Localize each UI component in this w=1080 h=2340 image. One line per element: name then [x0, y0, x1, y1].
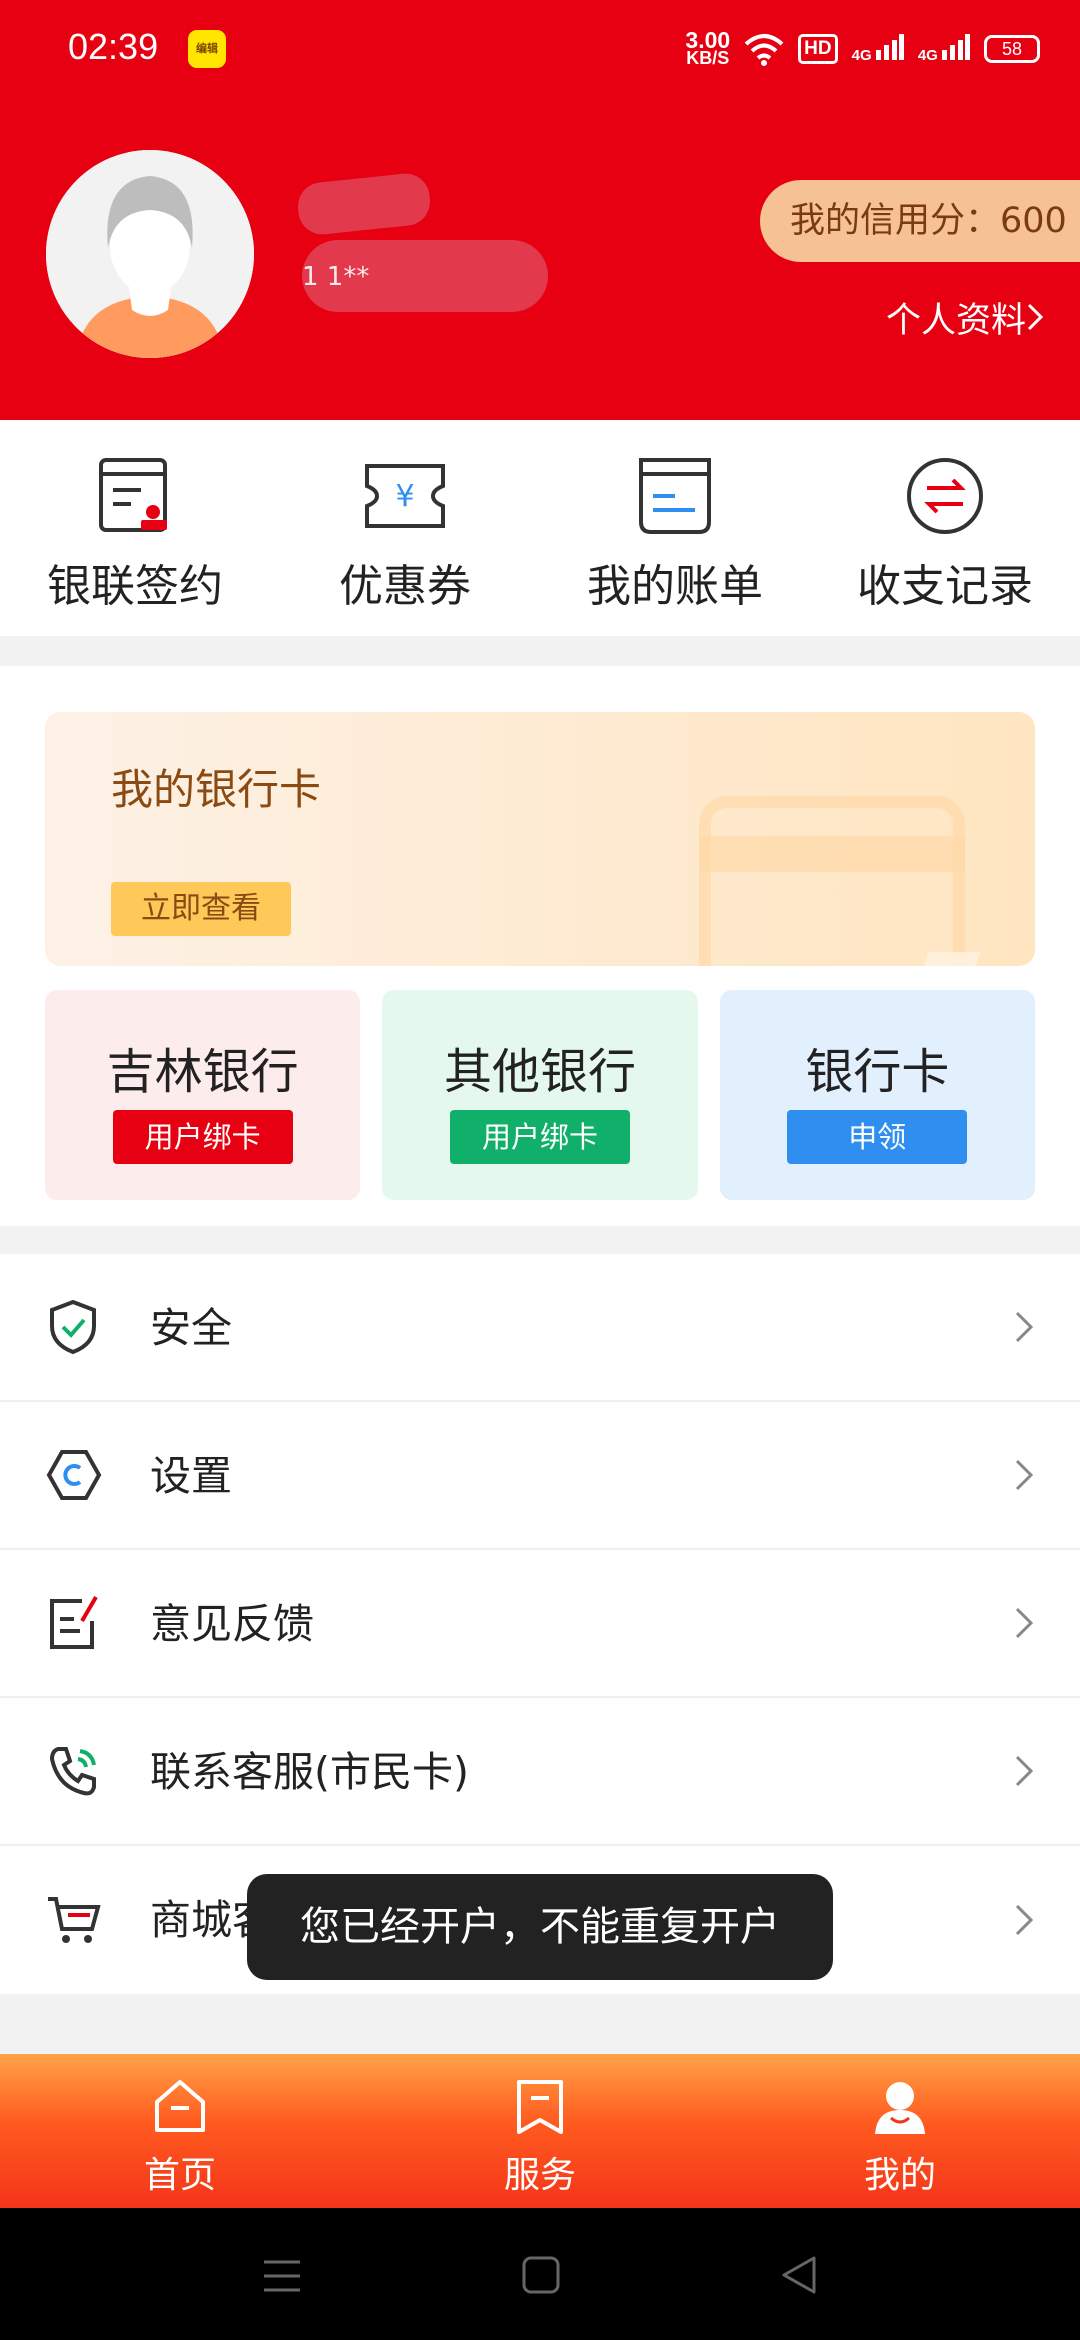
- shield-check-icon: [50, 1299, 96, 1355]
- menu-item-feedback[interactable]: 意见反馈: [0, 1550, 1080, 1698]
- my-bank-card-title: 我的银行卡: [111, 765, 322, 814]
- quick-actions: 银联签约 ¥ 优惠券 我的账单 收支记录: [0, 420, 1080, 636]
- menu-item-label: 安全: [150, 1304, 232, 1352]
- user-icon: [875, 2082, 925, 2134]
- nav-label: 我的: [863, 2155, 936, 2196]
- system-nav-bar: [0, 2208, 1080, 2340]
- menu-icon[interactable]: [262, 2258, 302, 2294]
- bind-card-button-jilin[interactable]: 用户绑卡: [112, 1110, 293, 1164]
- bank-card-section: 我的银行卡 立即查看 吉林银行 用户绑卡 其他银行 用户绑卡 银行卡 申领: [0, 666, 1080, 1226]
- profile-details-link[interactable]: 个人资料: [886, 292, 1044, 343]
- view-now-button[interactable]: 立即查看: [111, 882, 291, 936]
- menu-item-settings[interactable]: 设置: [0, 1402, 1080, 1550]
- signal-bars-icon: [875, 34, 904, 60]
- quick-action-transactions[interactable]: 收支记录: [810, 420, 1080, 636]
- bank-name: 其他银行: [443, 1044, 636, 1100]
- quick-action-label: 我的账单: [587, 561, 763, 612]
- card-illustration-band: [699, 836, 965, 872]
- chevron-right-icon: [1015, 1311, 1034, 1343]
- nav-label: 首页: [143, 2155, 216, 2196]
- toast-message: 您已经开户，不能重复开户: [247, 1874, 833, 1980]
- signal-4g-icon-2: 4G: [918, 34, 970, 64]
- quick-action-label: 银联签约: [47, 561, 223, 612]
- chevron-right-icon: [1015, 1904, 1034, 1936]
- shopping-cart-icon: [48, 1897, 101, 1943]
- nav-label: 服务: [503, 2155, 576, 2196]
- service-bookmark-icon: [517, 2080, 563, 2134]
- avatar[interactable]: [46, 150, 254, 358]
- chevron-right-icon: [1015, 1755, 1034, 1787]
- menu-item-security[interactable]: 安全: [0, 1254, 1080, 1402]
- home-square-icon[interactable]: [522, 2256, 560, 2294]
- hd-voice-icon: HD: [798, 34, 838, 64]
- status-bar: 02:39 编辑 3.00 KB/S HD 4G 4G 58: [0, 0, 1080, 96]
- quick-action-my-bills[interactable]: 我的账单: [540, 420, 810, 636]
- coupon-ticket-icon: ¥: [365, 464, 445, 528]
- quick-action-label: 收支记录: [857, 561, 1033, 612]
- network-speed-value: 3.00: [685, 27, 731, 53]
- status-time: 02:39: [68, 26, 159, 67]
- menu-item-customer-service[interactable]: 联系客服(市民卡): [0, 1698, 1080, 1846]
- quick-action-unionpay-contract[interactable]: 银联签约: [0, 420, 270, 636]
- back-triangle-icon[interactable]: [780, 2254, 818, 2296]
- quick-action-label: 优惠券: [339, 561, 471, 612]
- chevron-right-icon: [1015, 1607, 1034, 1639]
- transfer-arrows-icon: [907, 458, 983, 534]
- bill-icon: [639, 458, 711, 534]
- bind-card-button-other[interactable]: 用户绑卡: [449, 1110, 630, 1164]
- quick-action-coupons[interactable]: ¥ 优惠券: [270, 420, 540, 636]
- signal-4g-icon-1: 4G: [852, 34, 904, 64]
- card-illustration: [699, 796, 965, 966]
- nav-service[interactable]: 服务: [360, 2054, 720, 2208]
- card-illustration-chip: [917, 952, 981, 966]
- bank-tile-apply-card[interactable]: 银行卡 申领: [719, 990, 1035, 1200]
- bank-tile-other[interactable]: 其他银行 用户绑卡: [382, 990, 698, 1200]
- wifi-icon: [744, 34, 784, 66]
- default-avatar-icon: [46, 150, 254, 358]
- apply-card-button[interactable]: 申领: [787, 1110, 968, 1164]
- redacted-name: [295, 171, 433, 237]
- status-indicators: 3.00 KB/S HD 4G 4G 58: [685, 24, 1040, 74]
- network-speed: 3.00 KB/S: [685, 27, 731, 68]
- phone-number-partial: 1 1**: [302, 262, 370, 292]
- menu-item-label: 意见反馈: [150, 1600, 314, 1648]
- hexagon-settings-icon: [46, 1450, 102, 1500]
- bank-name: 吉林银行: [106, 1044, 299, 1100]
- signal-4g-label-1: 4G: [851, 47, 872, 64]
- profile-header: 02:39 编辑 3.00 KB/S HD 4G 4G 58 1 1** 我的信…: [0, 0, 1080, 420]
- bank-tile-jilin[interactable]: 吉林银行 用户绑卡: [45, 990, 361, 1200]
- nav-mine[interactable]: 我的: [720, 2054, 1080, 2208]
- svg-text:¥: ¥: [395, 479, 414, 514]
- contract-stamp-icon: [99, 458, 167, 532]
- signal-bars-icon: [942, 34, 970, 60]
- profile-details-label: 个人资料: [885, 301, 1026, 341]
- menu-item-label: 设置: [150, 1452, 232, 1500]
- credit-score-badge[interactable]: 我的信用分：600: [760, 180, 1080, 262]
- bottom-nav: 首页 服务 我的: [0, 2054, 1080, 2208]
- chevron-right-icon: [1027, 303, 1044, 331]
- battery-icon: 58: [984, 35, 1040, 63]
- home-icon: [155, 2080, 205, 2132]
- bank-options: 吉林银行 用户绑卡 其他银行 用户绑卡 银行卡 申领: [45, 990, 1035, 1200]
- bank-name: 银行卡: [805, 1044, 950, 1100]
- phone-call-icon: [49, 1747, 96, 1796]
- my-bank-card-banner[interactable]: 我的银行卡 立即查看: [45, 712, 1035, 966]
- menu-item-label: 联系客服(市民卡): [150, 1748, 469, 1796]
- nav-home[interactable]: 首页: [0, 2054, 360, 2208]
- chevron-right-icon: [1015, 1459, 1034, 1491]
- notification-app-icon: 编辑: [188, 30, 226, 68]
- signal-4g-label-2: 4G: [917, 47, 938, 64]
- feedback-edit-icon: [50, 1595, 98, 1649]
- network-speed-unit: KB/S: [686, 48, 730, 68]
